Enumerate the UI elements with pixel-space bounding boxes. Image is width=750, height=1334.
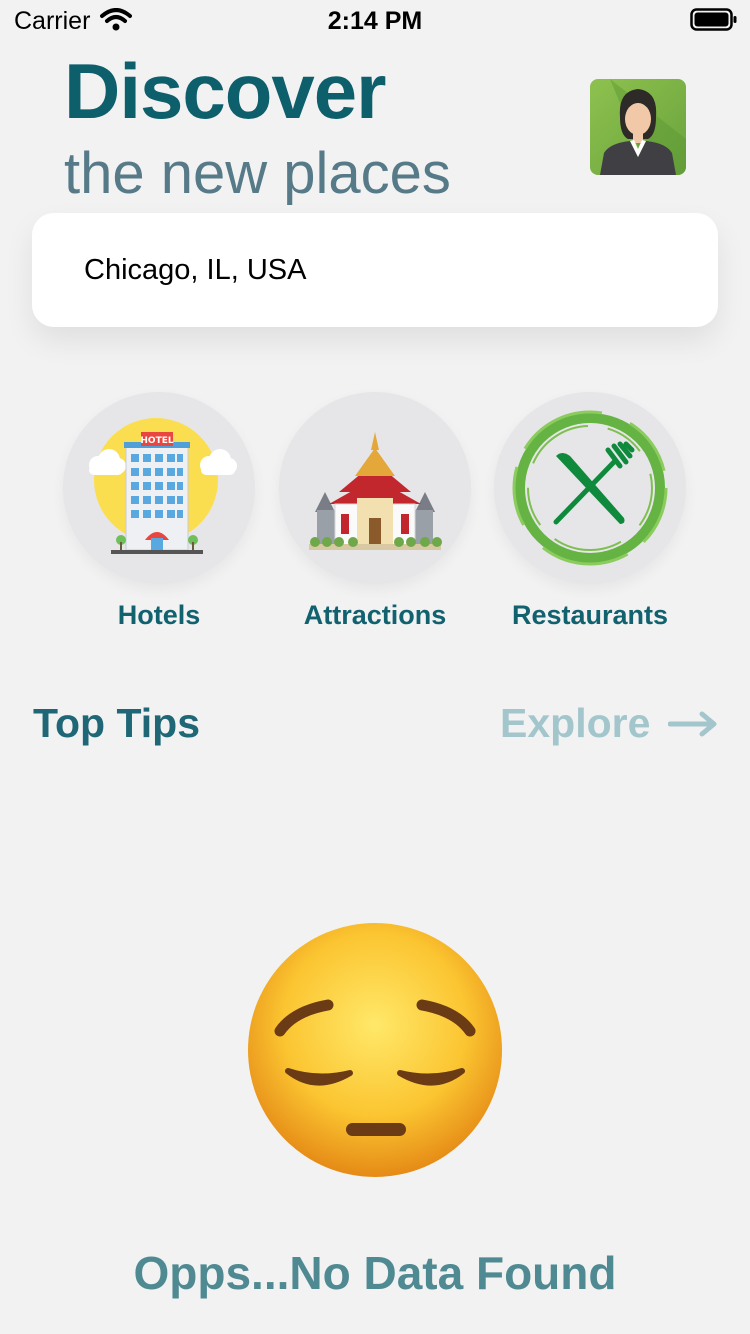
temple-icon [279, 392, 471, 584]
location-search-input[interactable] [84, 245, 664, 295]
category-label-hotels: Hotels [117, 600, 201, 630]
explore-link[interactable]: Explore [500, 700, 650, 747]
hotel-icon: HOTEL [63, 392, 255, 584]
svg-text:HOTEL: HOTEL [140, 436, 173, 446]
category-hotels[interactable]: HOTEL Hotels [61, 392, 257, 631]
status-time: 2:14 PM [327, 7, 423, 35]
top-tips-title: Top Tips [33, 700, 201, 746]
fork-knife-icon [494, 392, 686, 584]
page-title: Discover [64, 47, 387, 135]
person-icon [600, 79, 686, 175]
search-card [32, 213, 718, 327]
category-attractions[interactable]: Attractions [277, 392, 473, 631]
category-restaurants[interactable]: Restaurants [492, 392, 688, 631]
page-subtitle: the new places [64, 141, 451, 206]
category-label-attractions: Attractions [303, 600, 447, 630]
empty-state-message: Opps...No Data Found [133, 1247, 617, 1299]
pensive-face-icon [246, 921, 504, 1184]
battery-icon [690, 8, 738, 37]
user-avatar[interactable] [590, 79, 686, 175]
status-bar: Carrier 2:14 PM [0, 0, 750, 40]
arrow-right-icon[interactable] [667, 710, 718, 743]
category-label-restaurants: Restaurants [511, 600, 669, 630]
